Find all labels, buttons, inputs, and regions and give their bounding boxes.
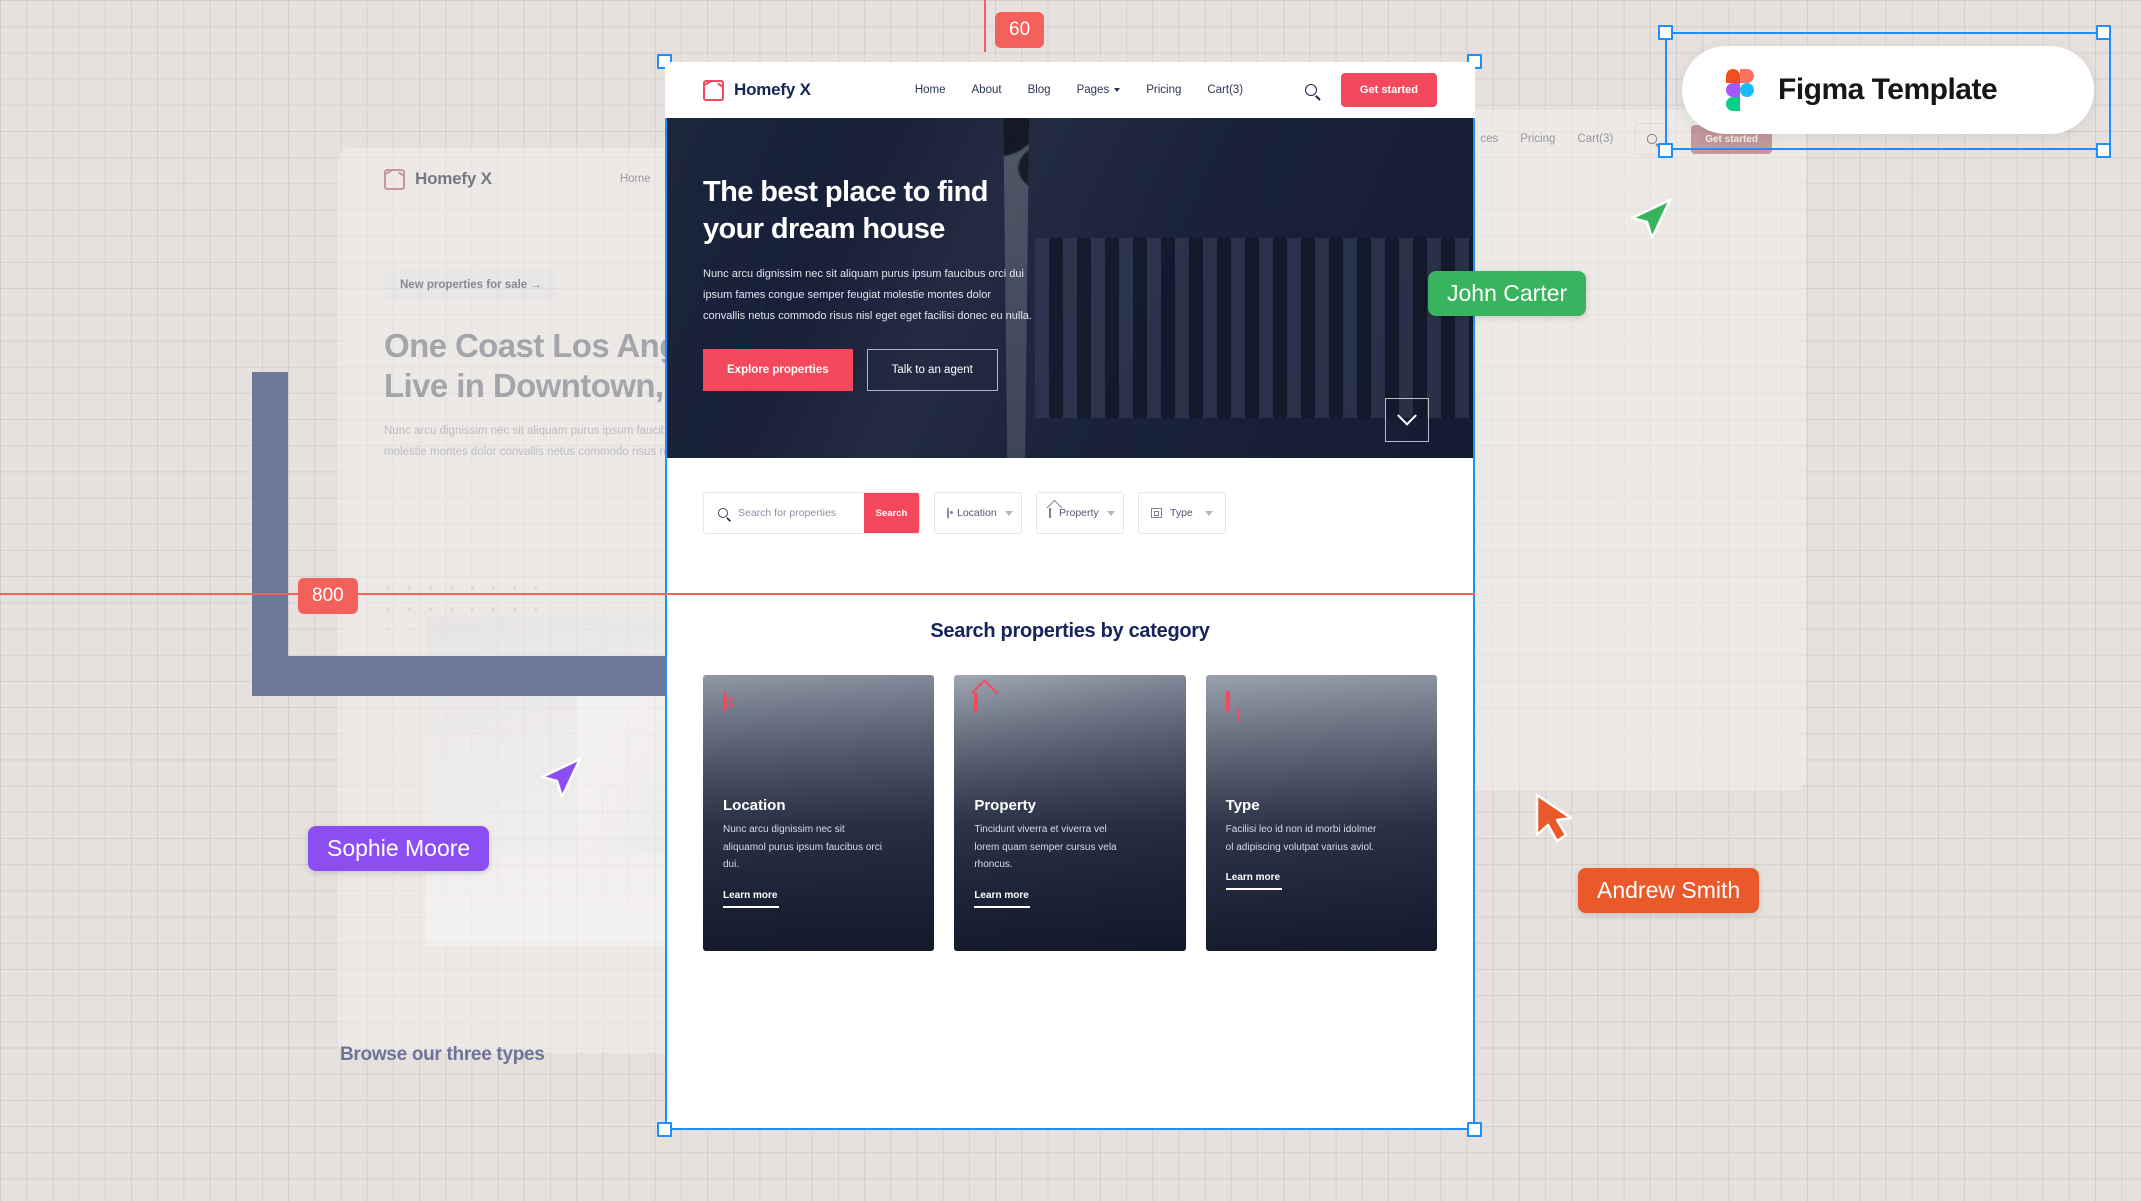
cursor-sophie-moore xyxy=(540,755,582,808)
card-title: Type xyxy=(1225,797,1260,814)
sign-icon xyxy=(1225,691,1417,723)
bg-right-nav-item: ces xyxy=(1480,133,1499,145)
property-search-bar: Search Location Property Type xyxy=(665,458,1475,534)
filter-location[interactable]: Location xyxy=(934,492,1022,534)
bg-right-nav-item: Cart(3) xyxy=(1577,133,1614,145)
figma-template-badge[interactable]: Figma Template xyxy=(1682,46,2094,134)
home-icon xyxy=(1049,508,1051,518)
cursor-label-andrew-smith: Andrew Smith xyxy=(1578,868,1760,913)
bg-left-badge: New properties for sale → xyxy=(384,270,558,300)
homefy-logo-icon xyxy=(384,168,405,190)
filter-label: Location xyxy=(957,507,997,519)
talk-to-agent-button[interactable]: Talk to an agent xyxy=(866,348,998,391)
cursor-andrew-smith xyxy=(1533,793,1579,850)
bg-left-brand-name: Homefy X xyxy=(415,169,492,188)
card-text: Tincidunt viverra et viverra vel lorem q… xyxy=(974,824,1117,870)
nav-label: Pages xyxy=(1076,84,1110,96)
hero-content: The best place to find your dream house … xyxy=(665,118,1475,391)
nav-item-pages[interactable]: Pages xyxy=(1077,84,1121,96)
bg-left-nav-item: Home xyxy=(619,173,651,185)
category-section-title: Search properties by category xyxy=(930,620,1210,642)
figma-template-label: Figma Template xyxy=(1778,73,1998,106)
site-brand-name: Homefy X xyxy=(734,80,811,99)
hero-title-line2: your dream house xyxy=(703,213,945,246)
hero-paragraph: Nunc arcu dignissim nec sit aliquam puru… xyxy=(703,268,1032,322)
filter-label: Property xyxy=(1059,507,1099,519)
scroll-down-button[interactable] xyxy=(1385,398,1429,442)
nav-item-cart[interactable]: Cart(3) xyxy=(1207,84,1243,96)
search-icon xyxy=(718,508,728,518)
nav-label: Home xyxy=(914,84,946,96)
category-card[interactable]: Type Facilisi leo id non id morbi idolme… xyxy=(1205,675,1437,951)
map-pin-icon xyxy=(947,507,953,519)
nav-label: Pricing xyxy=(1146,84,1182,96)
measurement-badge-60: 60 xyxy=(995,12,1045,48)
site-nav-links: Home About Blog Pages Pricing Cart(3) xyxy=(915,84,1243,96)
search-input[interactable] xyxy=(738,507,856,519)
cursor-label-sophie-moore: Sophie Moore xyxy=(308,826,490,871)
map-pin-icon xyxy=(723,691,914,723)
chevron-down-icon xyxy=(1397,405,1417,426)
get-started-button[interactable]: Get started xyxy=(1340,73,1437,107)
search-button[interactable]: Search xyxy=(864,493,919,533)
learn-more-link[interactable]: Learn more xyxy=(974,890,1031,908)
chevron-down-icon xyxy=(1106,510,1115,516)
card-title: Location xyxy=(723,797,786,814)
hero-title: The best place to find your dream house xyxy=(703,174,1475,248)
nav-item-blog[interactable]: Blog xyxy=(1028,84,1051,96)
resize-handle-bottom-left[interactable] xyxy=(657,1122,672,1137)
resize-handle-bottom-right[interactable] xyxy=(1467,1122,1482,1137)
fig-resize-handle-top-left[interactable] xyxy=(1658,25,1673,40)
site-logo[interactable]: Homefy X xyxy=(703,79,811,101)
category-card[interactable]: Location Nunc arcu dignissim nec sit ali… xyxy=(703,675,935,951)
category-card-list: Location Nunc arcu dignissim nec sit ali… xyxy=(665,643,1475,951)
nav-label: Blog xyxy=(1027,84,1051,96)
card-text: Facilisi leo id non id morbi idolmer ol … xyxy=(1225,824,1377,853)
cursor-john-carter xyxy=(1630,196,1672,249)
learn-more-link[interactable]: Learn more xyxy=(723,890,779,908)
chevron-down-icon xyxy=(1114,88,1121,92)
card-text: Nunc arcu dignissim nec sit aliquamol pu… xyxy=(723,824,882,870)
bg-right-nav-item: Pricing xyxy=(1520,133,1556,145)
filter-label: Type xyxy=(1170,507,1193,519)
cursor-pointer-icon xyxy=(1630,198,1672,240)
selected-website-frame[interactable]: Homefy X Home About Blog Pages Pricing C… xyxy=(665,62,1475,1130)
card-title: Property xyxy=(974,797,1037,814)
learn-more-link[interactable]: Learn more xyxy=(1225,872,1282,890)
chevron-down-icon xyxy=(1004,510,1013,516)
filter-type[interactable]: Type xyxy=(1138,492,1226,534)
nav-item-pricing[interactable]: Pricing xyxy=(1146,84,1181,96)
chevron-down-icon xyxy=(1205,510,1213,516)
fig-resize-handle-bottom-right[interactable] xyxy=(2096,143,2111,158)
homefy-logo-icon xyxy=(703,79,724,101)
bg-left-bottom-title: Browse our three types xyxy=(340,1044,545,1065)
fig-resize-handle-bottom-left[interactable] xyxy=(1658,143,1673,158)
filter-property[interactable]: Property xyxy=(1036,492,1124,534)
nav-label: About xyxy=(971,84,1002,96)
nav-label: Cart(3) xyxy=(1207,84,1244,96)
measurement-line-horizontal xyxy=(0,593,1475,596)
hero-title-line1: The best place to find xyxy=(703,176,988,208)
hero-buttons: Explore properties Talk to an agent xyxy=(703,348,1475,391)
nav-item-home[interactable]: Home xyxy=(915,84,946,96)
figma-logo-icon xyxy=(1726,69,1754,111)
hero-section: The best place to find your dream house … xyxy=(665,118,1475,458)
home-icon xyxy=(974,693,1165,723)
measurement-badge-800: 800 xyxy=(298,578,358,614)
measurement-line-vertical xyxy=(984,0,987,52)
site-navbar: Homefy X Home About Blog Pages Pricing C… xyxy=(665,62,1475,118)
explore-properties-button[interactable]: Explore properties xyxy=(703,348,853,391)
cursor-pointer-icon xyxy=(1535,793,1573,843)
search-input-group[interactable]: Search xyxy=(703,492,920,534)
fig-resize-handle-top-right[interactable] xyxy=(2096,25,2111,40)
search-icon[interactable] xyxy=(1295,74,1327,106)
nav-item-about[interactable]: About xyxy=(972,84,1002,96)
bg-left-logo: Homefy X xyxy=(384,168,492,190)
category-card[interactable]: Property Tincidunt viverra et viverra ve… xyxy=(954,675,1186,951)
navbar-right: Get started xyxy=(1295,73,1437,107)
bg-left-accent-strip xyxy=(252,372,288,672)
cursor-pointer-icon xyxy=(540,757,582,799)
square-icon xyxy=(1151,508,1162,518)
